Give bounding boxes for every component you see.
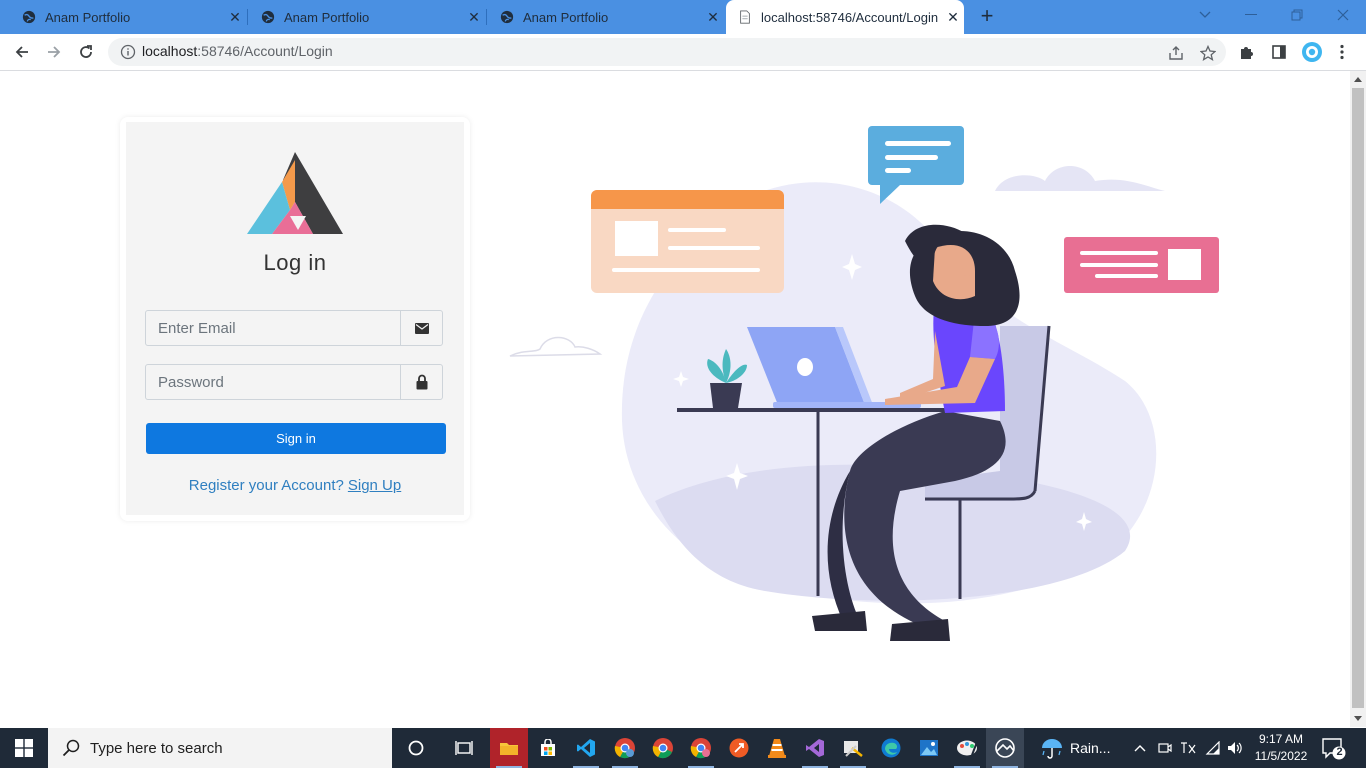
email-field[interactable] [146, 311, 402, 345]
info-icon[interactable] [120, 44, 136, 60]
extensions-puzzle-icon[interactable] [1238, 43, 1256, 61]
task-view-icon[interactable] [445, 728, 483, 768]
page-icon [740, 10, 750, 24]
chat-bubble-graphic [868, 126, 964, 204]
notification-center-icon[interactable]: 2 [1322, 738, 1346, 765]
taskbar-search-box[interactable]: Type here to search [48, 728, 392, 768]
windows-logo-icon [15, 739, 33, 757]
tab-account-login[interactable]: localhost:58746/Account/Login ✕ [726, 0, 964, 34]
message-card-graphic [1064, 237, 1219, 293]
microsoft-store-icon[interactable] [529, 728, 567, 768]
arrow-right-icon [48, 46, 61, 58]
more-menu-icon[interactable] [1333, 43, 1351, 61]
login-title: Log in [263, 250, 327, 275]
bookmark-star-icon[interactable] [1199, 44, 1217, 62]
scroll-up-arrow-icon[interactable] [1354, 77, 1362, 82]
back-button[interactable] [10, 40, 34, 64]
forward-button[interactable] [42, 40, 66, 64]
weather-text: Rain... [1070, 740, 1111, 756]
new-tab-button[interactable]: + [976, 5, 998, 27]
restore-button[interactable] [1274, 0, 1320, 30]
register-text: Register your Account? [188, 477, 344, 494]
weather-widget[interactable]: Rain... [1040, 728, 1110, 768]
umbrella-rain-icon [1042, 739, 1062, 759]
globe-icon [261, 10, 275, 24]
profile-avatar[interactable] [1301, 41, 1323, 63]
lock-icon [400, 365, 442, 399]
address-bar[interactable]: localhost:58746/Account/Login [108, 38, 1226, 66]
edge-icon[interactable] [872, 728, 910, 768]
close-tab-icon[interactable]: ✕ [702, 9, 724, 26]
reload-icon [80, 45, 92, 58]
page-scrollbar[interactable] [1350, 71, 1366, 727]
page-content: Log in Sign in Register your Account?Sig… [0, 71, 1350, 727]
tab-anam-portfolio-1[interactable]: Anam Portfolio ✕ [0, 0, 246, 34]
password-field-group [145, 364, 443, 400]
system-clock[interactable]: 9:17 AM 11/5/2022 [1248, 731, 1314, 765]
meet-now-icon[interactable] [1154, 728, 1176, 768]
vlc-icon[interactable] [758, 728, 796, 768]
close-tab-icon[interactable]: ✕ [942, 9, 964, 26]
close-window-button[interactable] [1320, 0, 1366, 30]
volume-icon[interactable] [1224, 728, 1246, 768]
show-hidden-icons-chevron-icon[interactable] [1128, 728, 1152, 768]
globe-icon [500, 10, 514, 24]
scrollbar-thumb[interactable] [1352, 88, 1364, 708]
search-placeholder: Type here to search [90, 739, 223, 757]
tab-title: localhost:58746/Account/Login [761, 9, 939, 25]
sign-up-link[interactable]: Sign Up [348, 477, 401, 494]
vscode-icon[interactable] [567, 728, 605, 768]
login-illustration [509, 126, 1219, 641]
postman-icon[interactable] [720, 728, 758, 768]
url-path: :58746/Account/Login [197, 43, 333, 59]
search-icon [62, 739, 80, 757]
tab-title: Anam Portfolio [284, 9, 370, 25]
side-panel-icon[interactable] [1270, 43, 1288, 61]
password-field[interactable] [146, 365, 402, 399]
clock-date: 11/5/2022 [1254, 749, 1308, 763]
photos-icon[interactable] [910, 728, 948, 768]
sql-tools-icon[interactable] [834, 728, 872, 768]
tab-search-chevron-icon[interactable] [1182, 0, 1228, 30]
tab-title: Anam Portfolio [523, 9, 609, 25]
tab-anam-portfolio-2[interactable]: Anam Portfolio ✕ [239, 0, 485, 34]
chrome-profile-icon[interactable] [606, 728, 644, 768]
scroll-down-arrow-icon[interactable] [1354, 716, 1362, 721]
notification-count-badge: 2 [1336, 746, 1343, 758]
tab-anam-portfolio-3[interactable]: Anam Portfolio ✕ [478, 0, 724, 34]
windows-taskbar: Type here to search Rain... 9:17 AM 11/5… [0, 728, 1366, 768]
tab-title: Anam Portfolio [45, 9, 131, 25]
email-field-group [145, 310, 443, 346]
wifi-icon[interactable] [1202, 728, 1224, 768]
chrome-profile-2-icon[interactable] [682, 728, 720, 768]
profile-card-graphic [591, 190, 784, 293]
cortana-icon[interactable] [397, 728, 435, 768]
chrome-icon[interactable] [644, 728, 682, 768]
globe-icon [22, 10, 36, 24]
share-icon[interactable] [1167, 44, 1185, 62]
start-button[interactable] [0, 728, 48, 768]
url-host: localhost [142, 43, 198, 59]
envelope-icon [400, 311, 442, 345]
browser-tabstrip: Anam Portfolio ✕ Anam Portfolio ✕ Anam P… [0, 0, 1366, 34]
login-card: Log in Sign in Register your Account?Sig… [120, 117, 470, 521]
reload-button[interactable] [74, 40, 98, 64]
minimize-button[interactable] [1228, 0, 1274, 30]
paint-icon[interactable] [948, 728, 986, 768]
app-logo [247, 152, 343, 234]
register-prompt: Register your Account? Sign Up [126, 477, 464, 494]
cloud-outline [509, 336, 603, 357]
active-app-icon[interactable] [986, 728, 1024, 768]
input-method-icon[interactable] [1177, 728, 1199, 768]
url-text: localhost:58746/Account/Login [142, 43, 333, 59]
browser-toolbar: localhost:58746/Account/Login [0, 34, 1366, 71]
cloud-shape [995, 166, 1165, 191]
login-card-inner: Log in Sign in Register your Account?Sig… [126, 122, 464, 515]
clock-time: 9:17 AM [1258, 732, 1304, 746]
file-explorer-icon[interactable] [490, 728, 528, 768]
arrow-left-icon [15, 46, 28, 58]
visual-studio-icon[interactable] [796, 728, 834, 768]
sign-in-button[interactable]: Sign in [146, 423, 446, 454]
